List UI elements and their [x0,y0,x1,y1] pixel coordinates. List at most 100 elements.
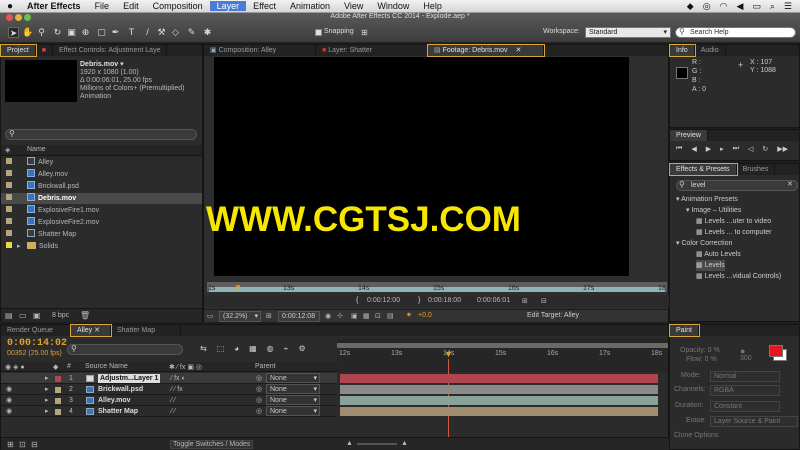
roto-brush-tool-icon[interactable]: ✎ [186,27,197,38]
menu-view[interactable]: View [337,1,370,11]
clone-options-label[interactable]: Clone Options [674,432,718,439]
av-features-icon[interactable]: ◉ ◈ ● [5,363,25,371]
expand-layer-icon[interactable]: ▸ [45,395,49,406]
exposure-value[interactable]: +0.0 [418,312,432,319]
brush-tool-icon[interactable]: / [142,27,153,38]
always-preview-icon[interactable]: ▭ [207,312,214,320]
set-in-icon[interactable]: { [356,297,358,304]
effect-item[interactable]: ▦ Levels [696,260,725,271]
menu-composition[interactable]: Composition [146,1,210,11]
parent-pickwhip-icon[interactable]: ◎ [256,373,262,384]
next-frame-icon[interactable]: ▸ [720,145,724,153]
tab-brushes[interactable]: Brushes [737,164,776,175]
timeline-layer-row[interactable]: ▸ 1 Adjustm...Layer 1 ⁄ fx ◐ ◎ None ▾ [1,373,337,384]
motion-blur-icon[interactable]: ◍ [267,344,274,353]
timeline-layer-row[interactable]: ◉ ▸ 4 Shatter Map ⁄ ⁄ ◎ None ▾ [1,406,337,417]
layer-switches[interactable]: ⁄ ⁄ fx [171,384,183,395]
parent-dropdown[interactable]: None ▾ [266,395,320,405]
paint-opacity[interactable]: Opacity: 0 % [680,347,720,354]
paint-flow[interactable]: Flow: 0 % [686,356,717,363]
out-point[interactable]: 0:00:18:00 [428,297,461,304]
frame-blending-icon[interactable]: ▦ [249,344,257,353]
tab-effects-presets[interactable]: Effects & Presets [669,163,738,176]
mask-tool-icon[interactable]: ▢ [96,27,107,38]
hand-tool-icon[interactable]: ✋ [22,27,33,38]
parent-pickwhip-icon[interactable]: ◎ [256,395,262,406]
set-out-icon[interactable]: } [418,297,420,304]
battery-icon[interactable]: ▭ [752,1,761,12]
dropbox-icon[interactable]: ◆ [687,1,694,12]
tab-render-queue[interactable]: Render Queue [1,325,71,336]
effects-category[interactable]: ▾ Color Correction [676,238,732,249]
tab-close-icon[interactable]: ✕ [516,47,522,54]
first-frame-icon[interactable]: ⏮ [676,145,682,153]
tab-shatter-map[interactable]: Shatter Map [111,325,181,336]
search-help-input[interactable]: Search Help [675,27,796,38]
menu-window[interactable]: Window [370,1,416,11]
snapshot-icon[interactable]: ◉ [325,312,331,320]
timeline-search-input[interactable] [67,344,183,355]
layer-switches[interactable]: ⁄ ⁄ [171,406,175,417]
tab-layer-shatter[interactable]: ■ Layer: Shatter [316,45,428,56]
label-color-swatch[interactable] [6,158,12,164]
prev-frame-icon[interactable]: ◀ [691,145,696,153]
switches-column-icon[interactable]: ✱ ⁄ fx ▣ ◎ [169,363,202,371]
loop-icon[interactable]: ↻ [762,145,768,153]
transparency-grid-icon[interactable]: ▦ [363,312,370,320]
expand-layer-icon[interactable]: ▸ [45,373,49,384]
tab-effect-controls[interactable]: Effect Controls: Adjustment Laye [53,45,168,56]
parent-pickwhip-icon[interactable]: ◎ [256,406,262,417]
tab-audio[interactable]: Audio [695,45,726,56]
layer-label-color[interactable] [55,387,61,393]
project-item[interactable]: ▸ Solids [1,241,202,252]
graph-editor-icon[interactable]: ⌁ [284,344,289,353]
volume-icon[interactable]: ◀ [736,1,743,12]
effects-subcategory[interactable]: ▾ Image – Utilities [686,205,741,216]
selection-tool-icon[interactable]: ➤ [8,27,19,38]
layer-switches-pane-icon[interactable]: ⊞ [7,440,14,449]
label-color-swatch[interactable] [6,218,12,224]
new-folder-icon[interactable]: ▭ [19,311,27,320]
layer-source-name[interactable]: Brickwall.psd [98,384,143,395]
zoom-tool-icon[interactable]: ⚲ [36,27,47,38]
zoom-dropdown[interactable]: (32.2%) ▾ [219,311,261,322]
snap-options-icon[interactable]: ⊞ [361,28,368,37]
video-visibility-icon[interactable]: ◉ [6,384,12,395]
ram-preview-icon[interactable]: ▶▶ [777,145,788,153]
exposure-icon[interactable]: ✷ [406,311,412,319]
menu-animation[interactable]: Animation [283,1,337,11]
spotlight-icon[interactable]: ⌕ [770,1,775,12]
menu-file[interactable]: File [88,1,117,11]
foreground-color-swatch[interactable] [769,345,783,357]
project-item[interactable]: Brickwall.psd [1,181,202,192]
label-color-swatch[interactable] [6,170,12,176]
layer-source-name[interactable]: Shatter Map [98,406,138,417]
transfer-controls-pane-icon[interactable]: ⊡ [19,440,26,449]
tab-alley-close-icon[interactable]: ✕ [94,327,100,334]
sync-icon[interactable]: ◎ [703,1,711,12]
work-area-range[interactable] [337,343,668,348]
zoom-in-icon[interactable]: ▲ [401,440,408,447]
expand-layer-icon[interactable]: ▸ [45,384,49,395]
overlay-edit-icon[interactable]: ⊟ [541,297,547,305]
duration-dropdown[interactable]: Constant [710,401,780,412]
tab-preview[interactable]: Preview [670,130,708,141]
show-channel-icon[interactable]: ✣ [337,312,343,320]
last-frame-icon[interactable]: ⏭ [733,145,739,153]
footage-viewer-canvas[interactable] [214,57,629,276]
effect-item[interactable]: ▦ Levels ...vidual Controls) [696,271,781,282]
label-color-swatch[interactable] [6,242,12,248]
project-item[interactable]: ExplosiveFire1.mov [1,205,202,216]
label-color-swatch[interactable] [6,182,12,188]
menu-effect[interactable]: Effect [246,1,283,11]
viewer-playhead-icon[interactable]: ▼ [234,283,242,292]
zoom-out-icon[interactable]: ▲ [346,440,353,447]
video-visibility-icon[interactable]: ◉ [6,395,12,406]
timeline-zoom-slider[interactable] [357,443,397,445]
layer-switches[interactable]: ⁄ fx ◐ [171,373,186,384]
project-item[interactable]: Alley.mov [1,169,202,180]
apple-menu-icon[interactable]: ● [0,1,20,12]
clear-search-icon[interactable]: ✕ [787,180,793,188]
snapping-checkbox[interactable] [315,29,322,38]
tab-info[interactable]: Info [669,44,696,57]
